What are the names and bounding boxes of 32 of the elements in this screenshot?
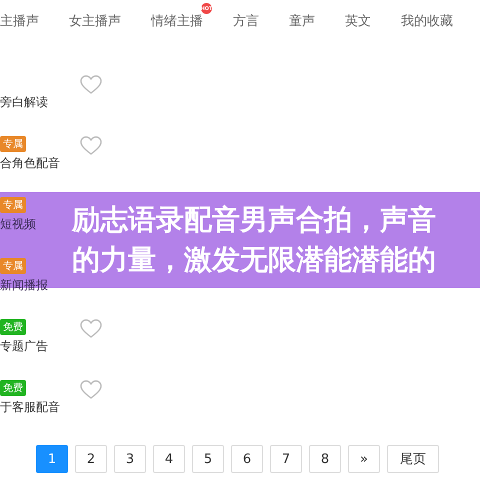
category-tab[interactable]: 英文 [345,14,371,29]
page-button[interactable]: 8 [309,445,341,473]
voice-description: 旁白解读 [0,94,49,110]
page-button[interactable]: 5 [192,445,224,473]
voice-description: 专题广告 [0,338,49,354]
category-tab[interactable]: 方言 [233,14,259,29]
page-button[interactable]: 2 [75,445,107,473]
heart-icon[interactable] [80,74,102,94]
free-tag: 免费 [0,318,26,334]
category-tab[interactable]: 主播声 [0,14,39,29]
exclusive-tag: 专属 [0,258,26,274]
page-button[interactable]: » [348,445,380,473]
page-button[interactable]: 尾页 [387,445,439,473]
free-tag: 免费 [0,380,26,396]
page-button[interactable]: 6 [231,445,263,473]
category-tab[interactable]: 童声 [289,14,315,29]
page-button[interactable]: 3 [114,445,146,473]
heart-icon[interactable] [80,318,102,338]
heart-icon[interactable] [80,380,102,400]
voice-description: 于客服配音 [0,398,61,416]
heart-icon[interactable] [80,136,102,156]
voice-description: 短视频 [0,216,37,232]
page-button[interactable]: 7 [270,445,302,473]
voice-description: 合角色配音 [0,154,61,172]
category-tab[interactable]: 情绪主播 [151,14,203,29]
exclusive-tag: 专属 [0,196,26,212]
banner-title: 励志语录配音男声合拍，声音的力量，激发无限潜能潜能的 [70,202,437,278]
category-tab[interactable]: 女主播声 [69,14,121,29]
voice-description: 新闻播报 [0,276,49,294]
exclusive-tag: 专属 [0,136,26,152]
page-button[interactable]: 4 [153,445,185,473]
category-tab[interactable]: 我的收藏 [401,14,453,29]
